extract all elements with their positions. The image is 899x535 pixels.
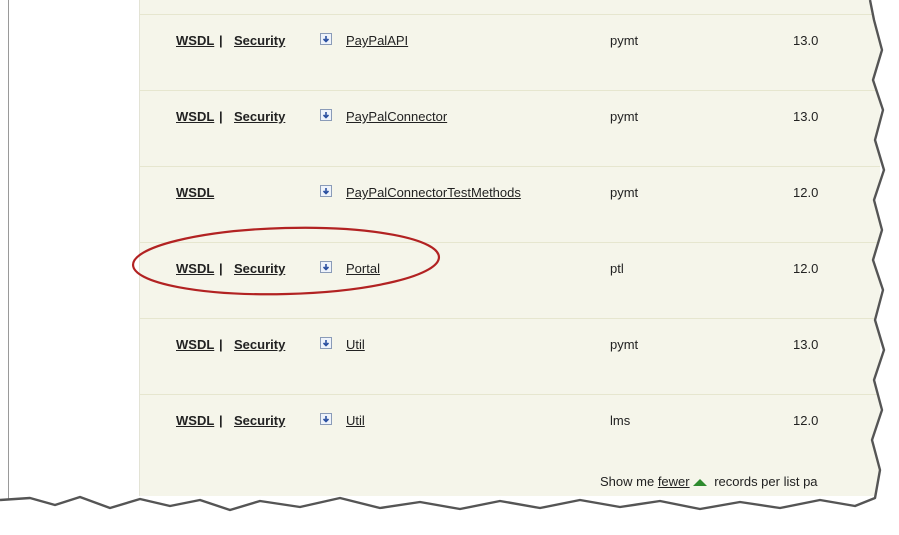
torn-edge-effect [0, 0, 899, 535]
